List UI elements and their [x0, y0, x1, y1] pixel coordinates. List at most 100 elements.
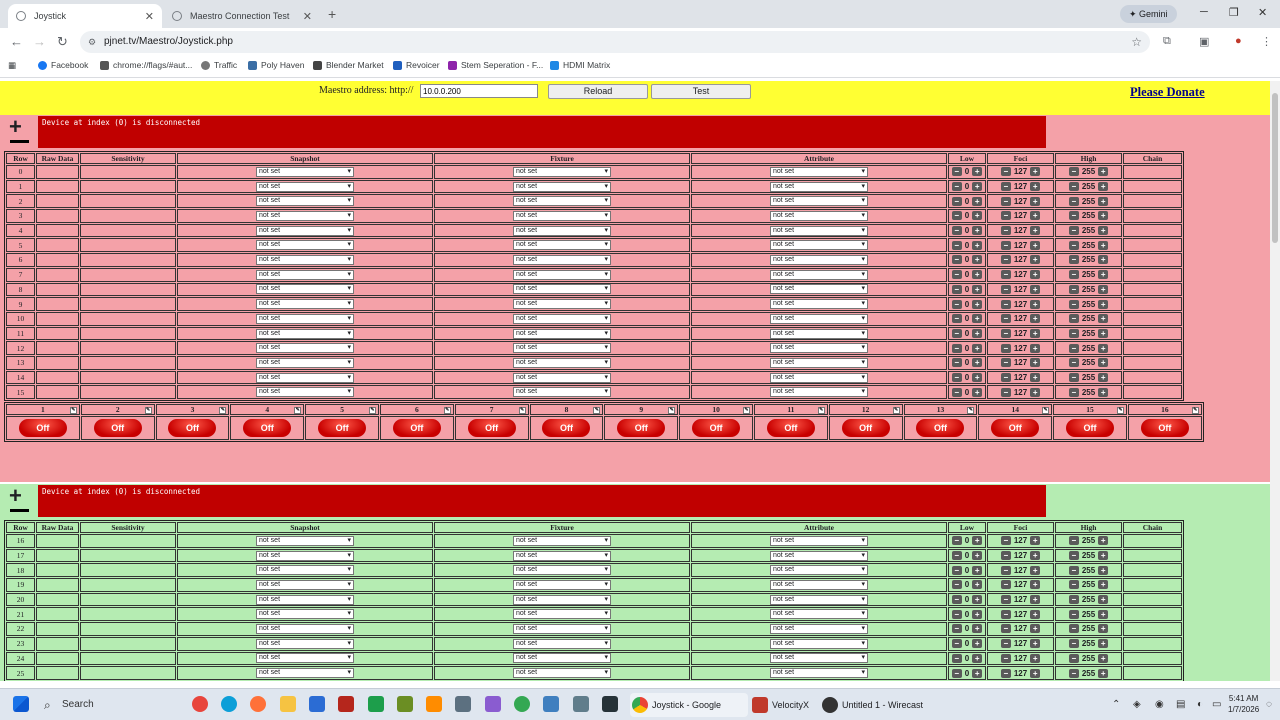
minus-icon[interactable]: − [1000, 639, 1011, 649]
snapshot-select[interactable]: not set [256, 313, 354, 324]
plus-icon[interactable]: + [1098, 551, 1109, 561]
high-stepper[interactable]: −255 + [1068, 314, 1109, 324]
channel-off-button[interactable]: Off [841, 419, 890, 437]
close-icon[interactable]: ✕ [145, 10, 154, 23]
plus-icon[interactable]: + [1030, 240, 1041, 250]
attribute-select[interactable]: not set [770, 299, 868, 310]
fixture-select[interactable]: not set [513, 343, 611, 354]
minus-icon[interactable]: − [951, 328, 962, 338]
low-stepper[interactable]: −0 + [951, 624, 983, 634]
plus-icon[interactable]: + [972, 372, 983, 382]
minus-icon[interactable]: − [1000, 255, 1011, 265]
minus-icon[interactable]: − [951, 343, 962, 353]
plus-icon[interactable]: + [1030, 270, 1041, 280]
chevron-up-icon[interactable]: ⌃ [1112, 699, 1120, 710]
attribute-select[interactable]: not set [770, 624, 868, 635]
foci-stepper[interactable]: −127 + [1000, 226, 1041, 236]
snapshot-select[interactable]: not set [256, 343, 354, 354]
attribute-select[interactable]: not set [770, 357, 868, 368]
high-stepper[interactable]: −255 + [1068, 196, 1109, 206]
foci-stepper[interactable]: −127 + [1000, 343, 1041, 353]
edit-icon[interactable]: ✎ [294, 407, 302, 414]
high-stepper[interactable]: −255 + [1068, 358, 1109, 368]
minus-icon[interactable]: − [1068, 580, 1079, 590]
attribute-select[interactable]: not set [770, 594, 868, 605]
fixture-select[interactable]: not set [513, 284, 611, 295]
app-icon[interactable] [602, 696, 618, 712]
minus-icon[interactable]: − [1000, 536, 1011, 546]
plus-icon[interactable]: + [1098, 182, 1109, 192]
attribute-select[interactable]: not set [770, 609, 868, 620]
plus-icon[interactable]: + [1098, 343, 1109, 353]
plus-icon[interactable]: + [1098, 299, 1109, 309]
foci-stepper[interactable]: −127 + [1000, 609, 1041, 619]
high-stepper[interactable]: −255 + [1068, 226, 1109, 236]
low-stepper[interactable]: −0 + [951, 182, 983, 192]
minus-icon[interactable]: − [1000, 580, 1011, 590]
minus-icon[interactable]: − [1068, 211, 1079, 221]
attribute-select[interactable]: not set [770, 343, 868, 354]
bookmark-revoicer[interactable]: Revoicer [393, 60, 440, 70]
minus-icon[interactable]: − [1000, 624, 1011, 634]
plus-icon[interactable]: + [1098, 226, 1109, 236]
foci-stepper[interactable]: −127 + [1000, 580, 1041, 590]
foci-stepper[interactable]: −127 + [1000, 624, 1041, 634]
plus-icon[interactable]: + [972, 551, 983, 561]
app-tray-icon[interactable]: ◉ [1155, 699, 1164, 710]
edit-icon[interactable]: ✎ [668, 407, 676, 414]
snapshot-select[interactable]: not set [256, 565, 354, 576]
low-stepper[interactable]: −0 + [951, 565, 983, 575]
minus-icon[interactable]: − [951, 314, 962, 324]
minus-icon[interactable]: − [1068, 284, 1079, 294]
low-stepper[interactable]: −0 + [951, 536, 983, 546]
minus-icon[interactable]: − [1068, 536, 1079, 546]
minus-icon[interactable]: − [951, 565, 962, 575]
notifications-icon[interactable]: ◌ [1266, 699, 1272, 710]
fixture-select[interactable]: not set [513, 580, 611, 591]
word-icon[interactable] [309, 696, 325, 712]
fixture-select[interactable]: not set [513, 550, 611, 561]
reload-icon[interactable]: ↻ [57, 34, 68, 50]
minus-icon[interactable]: − [1000, 609, 1011, 619]
plus-icon[interactable]: + [972, 536, 983, 546]
snapshot-select[interactable]: not set [256, 211, 354, 222]
channel-off-button[interactable]: Off [318, 419, 367, 437]
edit-icon[interactable]: ✎ [817, 407, 825, 414]
plus-icon[interactable]: + [1030, 565, 1041, 575]
bookmark-traffic[interactable]: Traffic [201, 60, 237, 70]
plus-icon[interactable]: + [1030, 255, 1041, 265]
fixture-select[interactable]: not set [513, 240, 611, 251]
snapshot-select[interactable]: not set [256, 240, 354, 251]
back-icon[interactable]: ← [10, 34, 23, 49]
copilot-icon[interactable] [192, 696, 208, 712]
bookmark-poly-haven[interactable]: Poly Haven [248, 60, 304, 70]
low-stepper[interactable]: −0 + [951, 580, 983, 590]
window-close-icon[interactable]: ✕ [1258, 6, 1267, 19]
foci-stepper[interactable]: −127 + [1000, 314, 1041, 324]
firefox-icon[interactable] [250, 696, 266, 712]
attribute-select[interactable]: not set [770, 269, 868, 280]
high-stepper[interactable]: −255 + [1068, 624, 1109, 634]
minus-icon[interactable]: − [1068, 372, 1079, 382]
high-stepper[interactable]: −255 + [1068, 284, 1109, 294]
minus-icon[interactable]: − [1000, 343, 1011, 353]
minus-icon[interactable]: − [951, 358, 962, 368]
foci-stepper[interactable]: −127 + [1000, 211, 1041, 221]
channel-off-button[interactable]: Off [1066, 419, 1115, 437]
attribute-select[interactable]: not set [770, 372, 868, 383]
fixture-select[interactable]: not set [513, 211, 611, 222]
plus-icon[interactable]: + [1098, 387, 1109, 397]
vlc-icon[interactable] [426, 696, 442, 712]
plus-icon[interactable]: + [1098, 639, 1109, 649]
foci-stepper[interactable]: −127 + [1000, 255, 1041, 265]
high-stepper[interactable]: −255 + [1068, 653, 1109, 663]
filezilla-icon[interactable] [338, 696, 354, 712]
foci-stepper[interactable]: −127 + [1000, 653, 1041, 663]
minus-icon[interactable]: − [1000, 387, 1011, 397]
channel-off-button[interactable]: Off [692, 419, 741, 437]
minus-icon[interactable]: − [1000, 299, 1011, 309]
low-stepper[interactable]: −0 + [951, 226, 983, 236]
minus-icon[interactable]: − [1000, 226, 1011, 236]
channel-off-button[interactable]: Off [467, 419, 516, 437]
channel-off-button[interactable]: Off [542, 419, 591, 437]
